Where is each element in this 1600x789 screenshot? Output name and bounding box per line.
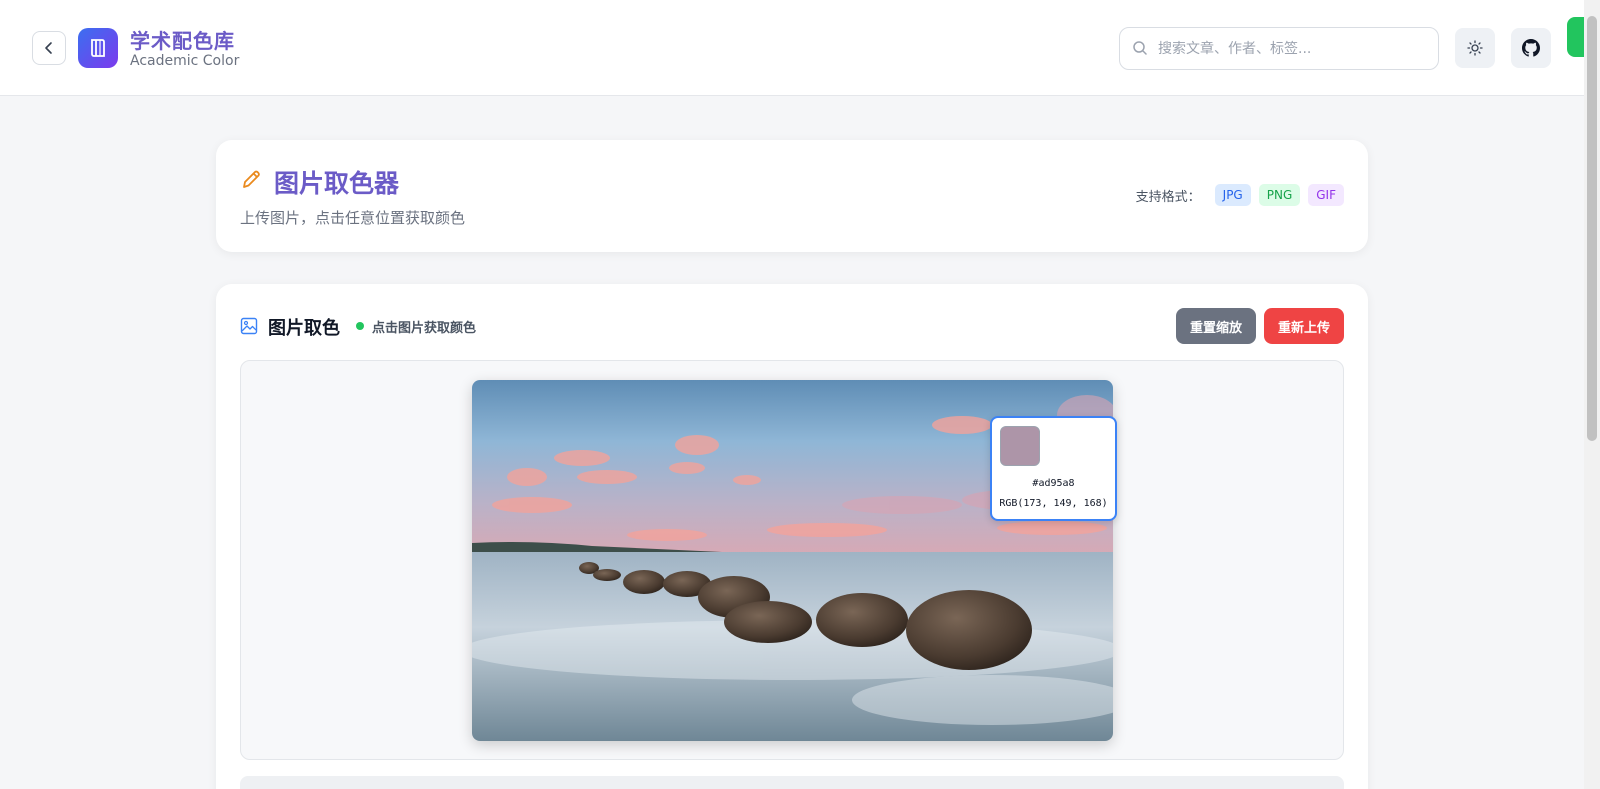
chevron-left-icon [45,42,52,54]
book-icon [91,39,105,57]
scrollbar-thumb[interactable] [1587,16,1597,441]
results-panel-edge [240,776,1344,789]
page-subtitle: 上传图片，点击任意位置获取颜色 [240,209,466,227]
app-logo[interactable] [78,28,118,68]
tool-header-card: 图片取色器 上传图片，点击任意位置获取颜色 支持格式： JPG PNG GIF [216,140,1368,252]
formats-label: 支持格式： [1135,189,1201,205]
theme-toggle-button[interactable] [1455,28,1495,68]
format-tag-png: PNG [1258,184,1301,206]
search-icon [1133,41,1147,55]
page-scrollbar[interactable] [1584,0,1600,789]
picker-panel-title: 图片取色 [268,318,340,339]
format-tag-gif: GIF [1308,184,1344,206]
back-button[interactable] [32,31,66,65]
search-box[interactable] [1119,27,1439,70]
sun-icon [1467,40,1483,56]
status-dot [356,322,364,330]
color-swatch[interactable] [1000,426,1040,466]
github-icon [1522,39,1540,57]
pencil-icon [243,170,260,188]
user-action-button[interactable] [1567,17,1584,57]
picker-hint: 点击图片获取颜色 [372,321,477,336]
color-rgb-value[interactable]: RGB(173, 149, 168) [992,498,1115,509]
image-icon [240,317,258,335]
format-tag-jpg: JPG [1214,184,1251,206]
github-button[interactable] [1511,28,1551,68]
color-hex-value[interactable]: #ad95a8 [992,478,1115,489]
search-input[interactable] [1158,36,1428,62]
page-title: 图片取色器 [274,169,400,198]
brand-title[interactable]: 学术配色库 [130,25,235,54]
color-picker-popup: #ad95a8 RGB(173, 149, 168) [990,416,1117,521]
top-bar: 学术配色库 Academic Color [0,0,1584,96]
reset-zoom-button[interactable]: 重置缩放 [1176,308,1256,344]
reupload-button[interactable]: 重新上传 [1264,308,1344,344]
supported-formats: 支持格式： JPG PNG GIF [1136,184,1344,206]
brand-subtitle: Academic Color [130,53,240,69]
